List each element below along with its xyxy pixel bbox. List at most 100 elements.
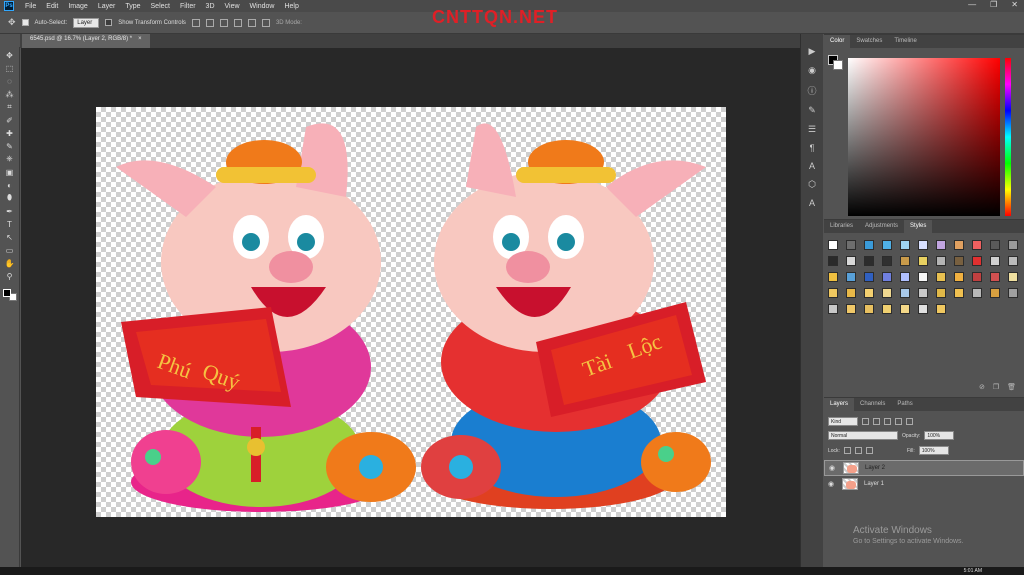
type-filter-icon[interactable] (884, 418, 891, 425)
style-swatch[interactable] (828, 304, 838, 314)
hue-slider[interactable] (1005, 58, 1011, 216)
document-tab[interactable]: 6545.psd @ 16.7% (Layer 2, RGB/8) * × (22, 34, 150, 48)
fill-input[interactable]: 100% (918, 446, 949, 455)
style-swatch[interactable] (972, 288, 982, 298)
clear-style-icon[interactable]: ⊘ (979, 383, 985, 391)
style-swatch[interactable] (954, 256, 964, 266)
style-swatch[interactable] (918, 304, 928, 314)
style-swatch[interactable] (828, 256, 838, 266)
style-swatch[interactable] (954, 240, 964, 250)
menu-edit[interactable]: Edit (41, 3, 63, 10)
style-swatch[interactable] (882, 256, 892, 266)
pixel-filter-icon[interactable] (862, 418, 869, 425)
move-tool-icon[interactable]: ✥ (3, 49, 17, 61)
menu-3d[interactable]: 3D (201, 3, 220, 10)
style-swatch[interactable] (972, 272, 982, 282)
brush-settings-icon[interactable]: ✎ (808, 105, 816, 116)
tab-paths[interactable]: Paths (891, 398, 918, 411)
zoom-tool-icon[interactable]: ⚲ (3, 270, 17, 282)
shape-filter-icon[interactable] (895, 418, 902, 425)
style-swatch[interactable] (846, 256, 856, 266)
style-swatch[interactable] (936, 256, 946, 266)
style-swatch[interactable] (954, 288, 964, 298)
style-swatch[interactable] (918, 288, 928, 298)
style-swatch[interactable] (954, 272, 964, 282)
style-swatch[interactable] (864, 256, 874, 266)
move-tool-icon[interactable]: ✥ (8, 17, 16, 28)
adjustments-icon[interactable]: ☰ (808, 124, 816, 135)
style-swatch[interactable] (936, 304, 946, 314)
style-swatch[interactable] (864, 304, 874, 314)
style-swatch[interactable] (936, 288, 946, 298)
crop-tool-icon[interactable]: ⌗ (3, 101, 17, 113)
align-left-icon[interactable] (233, 18, 242, 27)
style-swatch[interactable] (918, 272, 928, 282)
tab-color[interactable]: Color (824, 35, 851, 48)
style-swatch[interactable] (846, 240, 856, 250)
style-swatch[interactable] (1008, 272, 1018, 282)
brush-tool-icon[interactable]: ✎ (3, 140, 17, 152)
minimize-icon[interactable]: — (968, 0, 976, 9)
document-canvas[interactable]: Phú Quý Tài Lộc (96, 107, 726, 517)
restore-icon[interactable]: ❐ (990, 0, 997, 9)
style-swatch[interactable] (990, 240, 1000, 250)
eyedropper-tool-icon[interactable]: ✐ (3, 114, 17, 126)
menu-file[interactable]: File (20, 3, 41, 10)
style-swatch[interactable] (990, 272, 1000, 282)
clone-stamp-tool-icon[interactable]: ⎈ (3, 153, 17, 165)
transform-controls-checkbox[interactable] (105, 19, 113, 26)
style-swatch[interactable] (882, 272, 892, 282)
style-swatch[interactable] (918, 256, 928, 266)
lasso-tool-icon[interactable]: ◌ (3, 75, 17, 87)
menu-help[interactable]: Help (279, 3, 303, 10)
style-swatch[interactable] (990, 288, 1000, 298)
style-swatch[interactable] (846, 288, 856, 298)
style-swatch[interactable] (972, 256, 982, 266)
marquee-tool-icon[interactable]: ⬚ (3, 62, 17, 74)
style-swatch[interactable] (900, 256, 910, 266)
align-right-icon[interactable] (261, 18, 270, 27)
lock-all-icon[interactable] (865, 447, 873, 454)
tab-layers[interactable]: Layers (824, 398, 855, 411)
tab-adjustments[interactable]: Adjustments (859, 220, 904, 233)
style-swatch[interactable] (864, 288, 874, 298)
style-swatch[interactable] (846, 304, 856, 314)
lock-position-icon[interactable] (854, 447, 862, 454)
layer-row-2[interactable]: ◉ Layer 2 (824, 460, 1024, 476)
shape-tool-icon[interactable]: ▭ (3, 244, 17, 256)
style-swatch[interactable] (1008, 288, 1018, 298)
menu-window[interactable]: Window (245, 3, 280, 10)
blend-mode-dropdown[interactable]: Normal (828, 431, 898, 440)
hand-tool-icon[interactable]: ✋ (3, 257, 17, 269)
style-swatch[interactable] (882, 240, 892, 250)
close-icon[interactable]: ✕ (1011, 0, 1018, 9)
style-swatch[interactable] (828, 272, 838, 282)
color-fg-bg[interactable] (828, 55, 843, 70)
smart-object-filter-icon[interactable] (906, 418, 913, 425)
style-swatch[interactable] (900, 240, 910, 250)
align-bottom-icon[interactable] (219, 18, 228, 27)
menu-filter[interactable]: Filter (175, 3, 201, 10)
align-middle-icon[interactable] (205, 18, 214, 27)
style-swatch[interactable] (900, 272, 910, 282)
style-swatch[interactable] (864, 240, 874, 250)
eraser-tool-icon[interactable]: ▣ (3, 166, 17, 178)
info-icon[interactable]: ⓘ (807, 84, 816, 97)
layer-filter-dropdown[interactable]: Kind (828, 417, 858, 426)
style-swatch[interactable] (828, 288, 838, 298)
color-picker-field[interactable] (848, 58, 1000, 216)
tab-styles[interactable]: Styles (904, 220, 933, 233)
style-swatch[interactable] (900, 304, 910, 314)
paragraph-icon[interactable]: ¶ (810, 143, 815, 153)
style-swatch[interactable] (900, 288, 910, 298)
align-top-icon[interactable] (191, 18, 200, 27)
new-style-icon[interactable]: ❐ (993, 383, 999, 391)
style-swatch[interactable] (1008, 256, 1018, 266)
path-selection-tool-icon[interactable]: ↖ (3, 231, 17, 243)
style-swatch[interactable] (918, 240, 928, 250)
menu-image[interactable]: Image (63, 3, 92, 10)
3d-icon[interactable]: ⬡ (808, 179, 816, 190)
opacity-input[interactable]: 100% (924, 431, 955, 440)
auto-select-checkbox[interactable] (21, 19, 29, 26)
visibility-eye-icon[interactable]: ◉ (829, 464, 837, 472)
